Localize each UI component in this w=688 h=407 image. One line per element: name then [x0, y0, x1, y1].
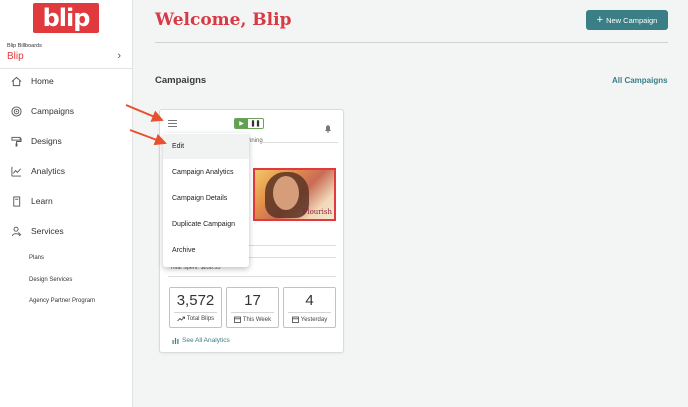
- stat-label: Yesterday: [300, 316, 328, 323]
- calendar-icon: [291, 316, 299, 323]
- plus-icon: +: [596, 13, 604, 26]
- menu-item-archive[interactable]: Archive: [163, 238, 249, 263]
- sidebar-subitem-agency-partner[interactable]: Agency Partner Program: [29, 298, 95, 304]
- sidebar-item-designs[interactable]: Designs: [0, 129, 133, 153]
- campaign-design-thumbnail[interactable]: Flourish: [253, 168, 336, 221]
- sidebar-item-analytics[interactable]: Analytics: [0, 159, 133, 183]
- campaign-actions-menu: Edit Campaign Analytics Campaign Details…: [163, 133, 249, 267]
- stat-this-week: 17 This Week: [226, 287, 279, 328]
- menu-item-edit[interactable]: Edit: [163, 134, 249, 159]
- account-switcher[interactable]: Blip Billboards Blip ›: [7, 43, 125, 67]
- stat-label: Total Blips: [186, 316, 215, 322]
- hamburger-menu-icon[interactable]: [168, 120, 177, 127]
- home-icon: [10, 75, 22, 87]
- menu-item-duplicate-campaign[interactable]: Duplicate Campaign: [163, 212, 249, 237]
- chevron-right-icon: ›: [117, 50, 121, 62]
- card-divider: [168, 276, 336, 277]
- sidebar-item-label: Services: [31, 226, 64, 236]
- stat-value: 3,572: [176, 292, 215, 309]
- sidebar-item-label: Home: [31, 76, 54, 86]
- chart-icon: [10, 165, 22, 177]
- stat-label: This Week: [242, 316, 272, 323]
- menu-item-campaign-details[interactable]: Campaign Details: [163, 186, 249, 211]
- see-all-label: See All Analytics: [182, 337, 230, 344]
- account-label: Blip Billboards: [7, 43, 42, 49]
- sidebar-item-label: Analytics: [31, 166, 66, 176]
- stat-label-row: Yesterday: [284, 316, 335, 323]
- sidebar: blip Blip Billboards Blip › Home Campaig…: [0, 0, 133, 407]
- status-divider: [260, 142, 338, 143]
- account-name: Blip: [7, 51, 24, 62]
- all-campaigns-link[interactable]: All Campaigns: [612, 76, 668, 85]
- paint-roller-icon: [10, 135, 22, 147]
- stat-label-row: Total Blips: [170, 316, 221, 322]
- stat-value: 4: [305, 292, 314, 309]
- user-support-icon: [10, 225, 22, 237]
- play-icon[interactable]: ▶: [235, 119, 249, 128]
- menu-item-campaign-analytics[interactable]: Campaign Analytics: [163, 160, 249, 185]
- sidebar-item-label: Designs: [31, 136, 62, 146]
- pause-icon[interactable]: ❚❚: [248, 119, 263, 128]
- sidebar-subitem-design-services[interactable]: Design Services: [29, 277, 72, 283]
- see-all-analytics-link[interactable]: See All Analytics: [172, 337, 230, 344]
- trend-icon: [177, 316, 185, 322]
- section-title: Campaigns: [155, 75, 207, 86]
- new-campaign-label: New Campaign: [606, 15, 658, 25]
- sidebar-item-label: Learn: [31, 196, 53, 206]
- target-icon: [10, 105, 22, 117]
- stat-label-row: This Week: [227, 316, 278, 323]
- calendar-icon: [233, 316, 241, 323]
- page-title: Welcome, Blip: [155, 10, 292, 30]
- campaign-status: nning: [248, 138, 263, 144]
- sidebar-subitem-plans[interactable]: Plans: [29, 255, 44, 261]
- stat-yesterday: 4 Yesterday: [283, 287, 336, 328]
- play-pause-toggle[interactable]: ▶ ❚❚: [234, 118, 264, 129]
- sidebar-item-services[interactable]: Services: [0, 219, 133, 243]
- book-icon: [10, 195, 22, 207]
- header-divider: [155, 42, 668, 43]
- bell-icon[interactable]: [324, 120, 332, 138]
- thumbnail-brand: Flourish: [302, 208, 332, 216]
- new-campaign-button[interactable]: + New Campaign: [586, 10, 668, 30]
- stat-value: 17: [244, 292, 261, 309]
- sidebar-item-campaigns[interactable]: Campaigns: [0, 99, 133, 123]
- sidebar-item-home[interactable]: Home: [0, 69, 133, 93]
- logo-text: blip: [42, 4, 91, 32]
- thumbnail-face: [273, 176, 299, 210]
- bar-chart-icon: [172, 338, 179, 344]
- sidebar-item-label: Campaigns: [31, 106, 74, 116]
- sidebar-item-learn[interactable]: Learn: [0, 189, 133, 213]
- stat-total-blips: 3,572 Total Blips: [169, 287, 222, 328]
- blip-logo[interactable]: blip: [33, 3, 99, 33]
